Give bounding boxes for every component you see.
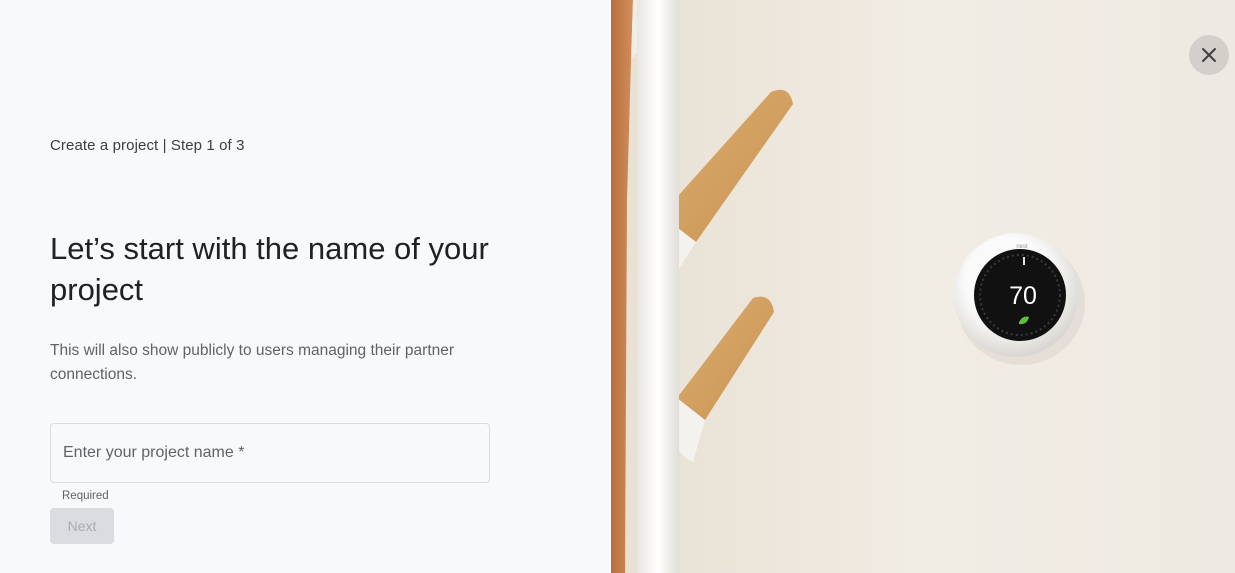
coat-rack-pole: [637, 0, 679, 573]
page-title: Let’s start with the name of your projec…: [50, 231, 489, 307]
project-name-field[interactable]: [50, 423, 490, 483]
page-description: This will also show publicly to users ma…: [50, 342, 455, 383]
close-icon: [1202, 48, 1216, 62]
hero-illustration: nest 70: [611, 0, 1235, 573]
step-indicator: Create a project | Step 1 of 3: [50, 137, 245, 154]
close-button[interactable]: [1189, 35, 1229, 75]
thermostat-brand: nest: [1016, 244, 1028, 250]
hero-image: nest 70: [611, 0, 1235, 573]
required-helper-text: Required: [62, 490, 109, 502]
wizard-panel: Create a project | Step 1 of 3 Let’s sta…: [0, 0, 611, 573]
wall-background: [611, 0, 1235, 573]
project-name-input[interactable]: [51, 424, 489, 482]
next-button[interactable]: Next: [50, 508, 114, 544]
thermostat-temperature: 70: [1009, 282, 1037, 310]
